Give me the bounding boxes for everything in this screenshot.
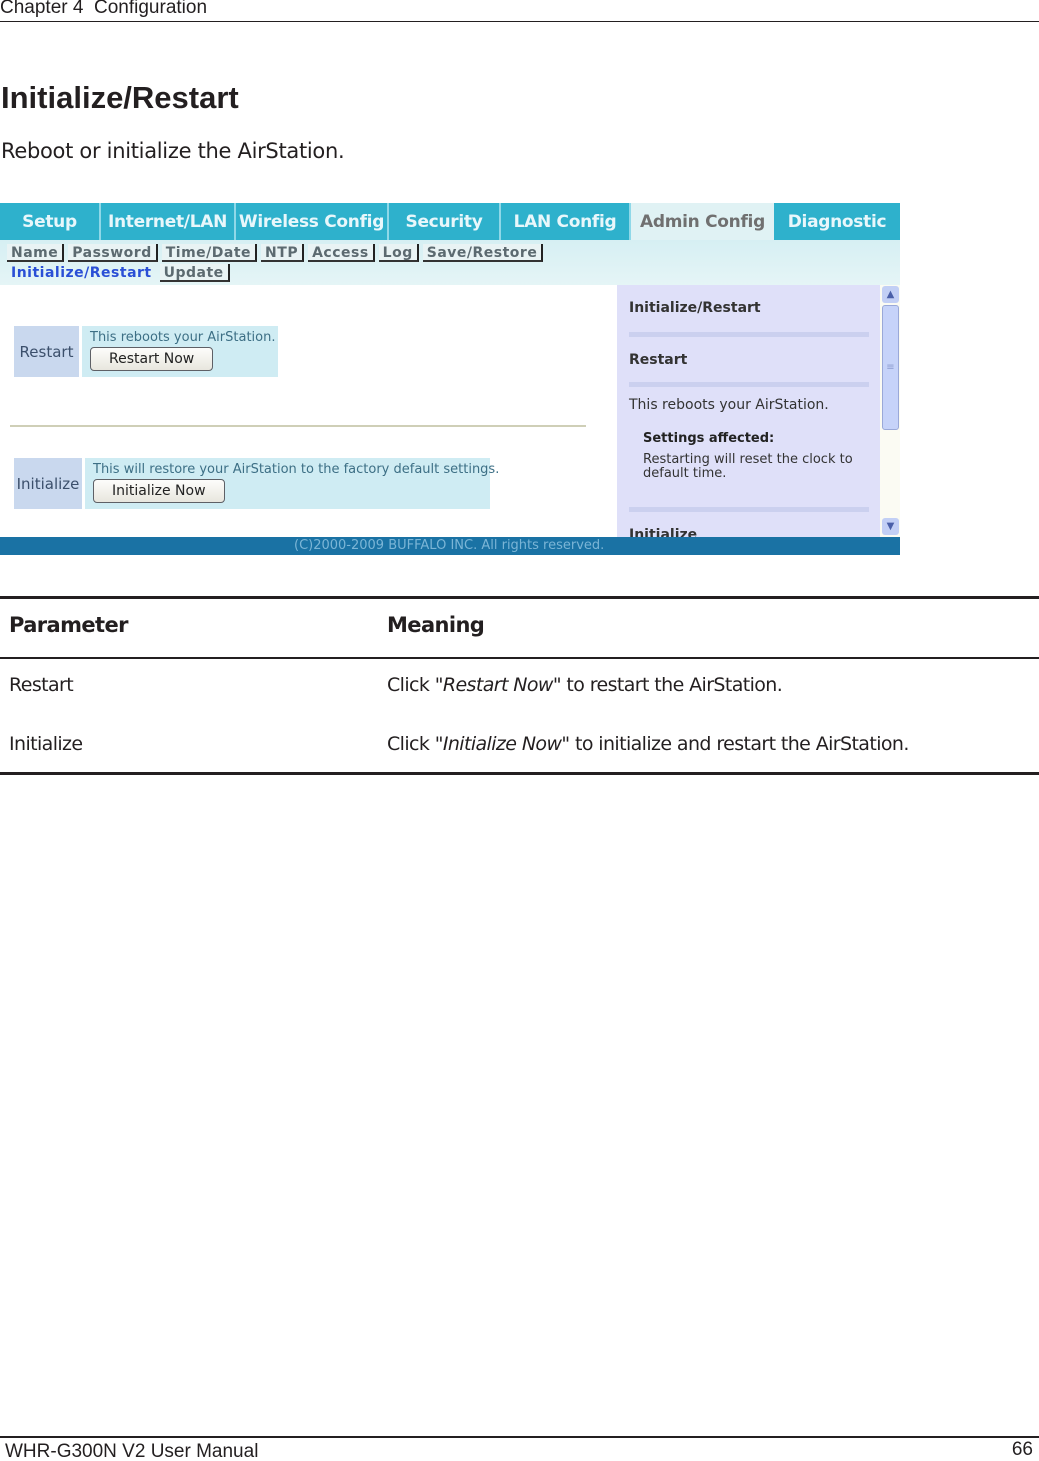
table-bottom-rule (0, 772, 1039, 775)
meaning-text: Click " (387, 674, 443, 696)
help-scrollbar[interactable]: ▲ ≡ ▼ (880, 285, 900, 537)
help-separator (629, 332, 869, 337)
meaning-emphasis: Restart Now (442, 674, 554, 696)
column-header-parameter: Parameter (9, 613, 128, 637)
tab-admin-config[interactable]: Admin Config (631, 203, 774, 240)
page-title: Initialize/Restart (1, 80, 239, 115)
row-parameter: Initialize (9, 733, 83, 755)
meaning-text: " to initialize and restart the AirStati… (561, 733, 909, 755)
router-footer: (C)2000-2009 BUFFALO INC. All rights res… (0, 537, 900, 555)
subtab-access[interactable]: Access (308, 244, 375, 262)
tab-diagnostic[interactable]: Diagnostic (774, 203, 900, 240)
chapter-header: Chapter 4 Configuration (0, 0, 208, 18)
top-navigation: Setup Internet/LAN Wireless Config Secur… (0, 203, 900, 240)
subtab-log[interactable]: Log (378, 244, 419, 262)
scroll-down-icon[interactable]: ▼ (882, 518, 899, 535)
scroll-up-icon[interactable]: ▲ (882, 286, 899, 303)
help-affected-title: Settings affected: (643, 431, 775, 446)
table-header-rule (0, 657, 1039, 659)
restart-label: Restart (14, 326, 79, 377)
main-content: Restart This reboots your AirStation. Re… (0, 285, 617, 537)
table-top-rule (0, 596, 1039, 599)
subtab-time-date[interactable]: Time/Date (161, 244, 258, 262)
scroll-thumb[interactable]: ≡ (882, 305, 899, 430)
footer-divider (0, 1436, 1039, 1438)
tab-setup[interactable]: Setup (0, 203, 101, 240)
tab-lan-config[interactable]: LAN Config (501, 203, 631, 240)
help-next-heading: Initialize (629, 527, 698, 537)
router-screenshot: Setup Internet/LAN Wireless Config Secur… (0, 203, 900, 555)
help-panel: Initialize/Restart Restart This reboots … (617, 285, 880, 537)
initialize-now-button[interactable]: Initialize Now (93, 479, 225, 503)
manual-name: WHR-G300N V2 User Manual (5, 1441, 259, 1461)
help-affected-text: Restarting will reset the clock to defau… (643, 452, 853, 481)
help-description: This reboots your AirStation. (629, 397, 829, 413)
row-meaning: Click "Initialize Now" to initialize and… (387, 733, 909, 755)
initialize-label: Initialize (14, 458, 82, 509)
subtab-update[interactable]: Update (159, 264, 230, 282)
row-parameter: Restart (9, 674, 74, 696)
header-divider (0, 21, 1039, 22)
help-separator (629, 382, 869, 387)
subtab-password[interactable]: Password (68, 244, 158, 262)
restart-description: This reboots your AirStation. (90, 330, 276, 345)
tab-internet-lan[interactable]: Internet/LAN (101, 203, 236, 240)
meaning-text: " to restart the AirStation. (552, 674, 783, 696)
help-title: Initialize/Restart (629, 300, 761, 316)
help-separator (629, 507, 869, 512)
subtab-name[interactable]: Name (7, 244, 65, 262)
help-subtitle: Restart (629, 352, 688, 368)
page-number: 66 (1011, 1439, 1033, 1460)
section-divider (10, 425, 586, 427)
page-intro: Reboot or initialize the AirStation. (1, 139, 345, 163)
copyright-text: (C)2000-2009 BUFFALO INC. All rights res… (294, 538, 605, 553)
meaning-emphasis: Initialize Now (442, 733, 562, 755)
subtab-ntp[interactable]: NTP (261, 244, 305, 262)
tab-wireless-config[interactable]: Wireless Config (236, 203, 389, 240)
meaning-text: Click " (387, 733, 443, 755)
initialize-section: Initialize This will restore your AirSta… (14, 458, 500, 509)
restart-section: Restart This reboots your AirStation. Re… (14, 326, 278, 377)
sub-navigation: Name Password Time/Date NTP Access Log S… (0, 240, 900, 319)
row-meaning: Click "Restart Now" to restart the AirSt… (387, 674, 783, 696)
subtab-save-restore[interactable]: Save/Restore (422, 244, 544, 262)
tab-security[interactable]: Security (389, 203, 501, 240)
restart-now-button[interactable]: Restart Now (90, 347, 214, 371)
initialize-description: This will restore your AirStation to the… (93, 462, 500, 477)
column-header-meaning: Meaning (387, 613, 485, 637)
subtab-initialize-restart[interactable]: Initialize/Restart (7, 264, 156, 282)
